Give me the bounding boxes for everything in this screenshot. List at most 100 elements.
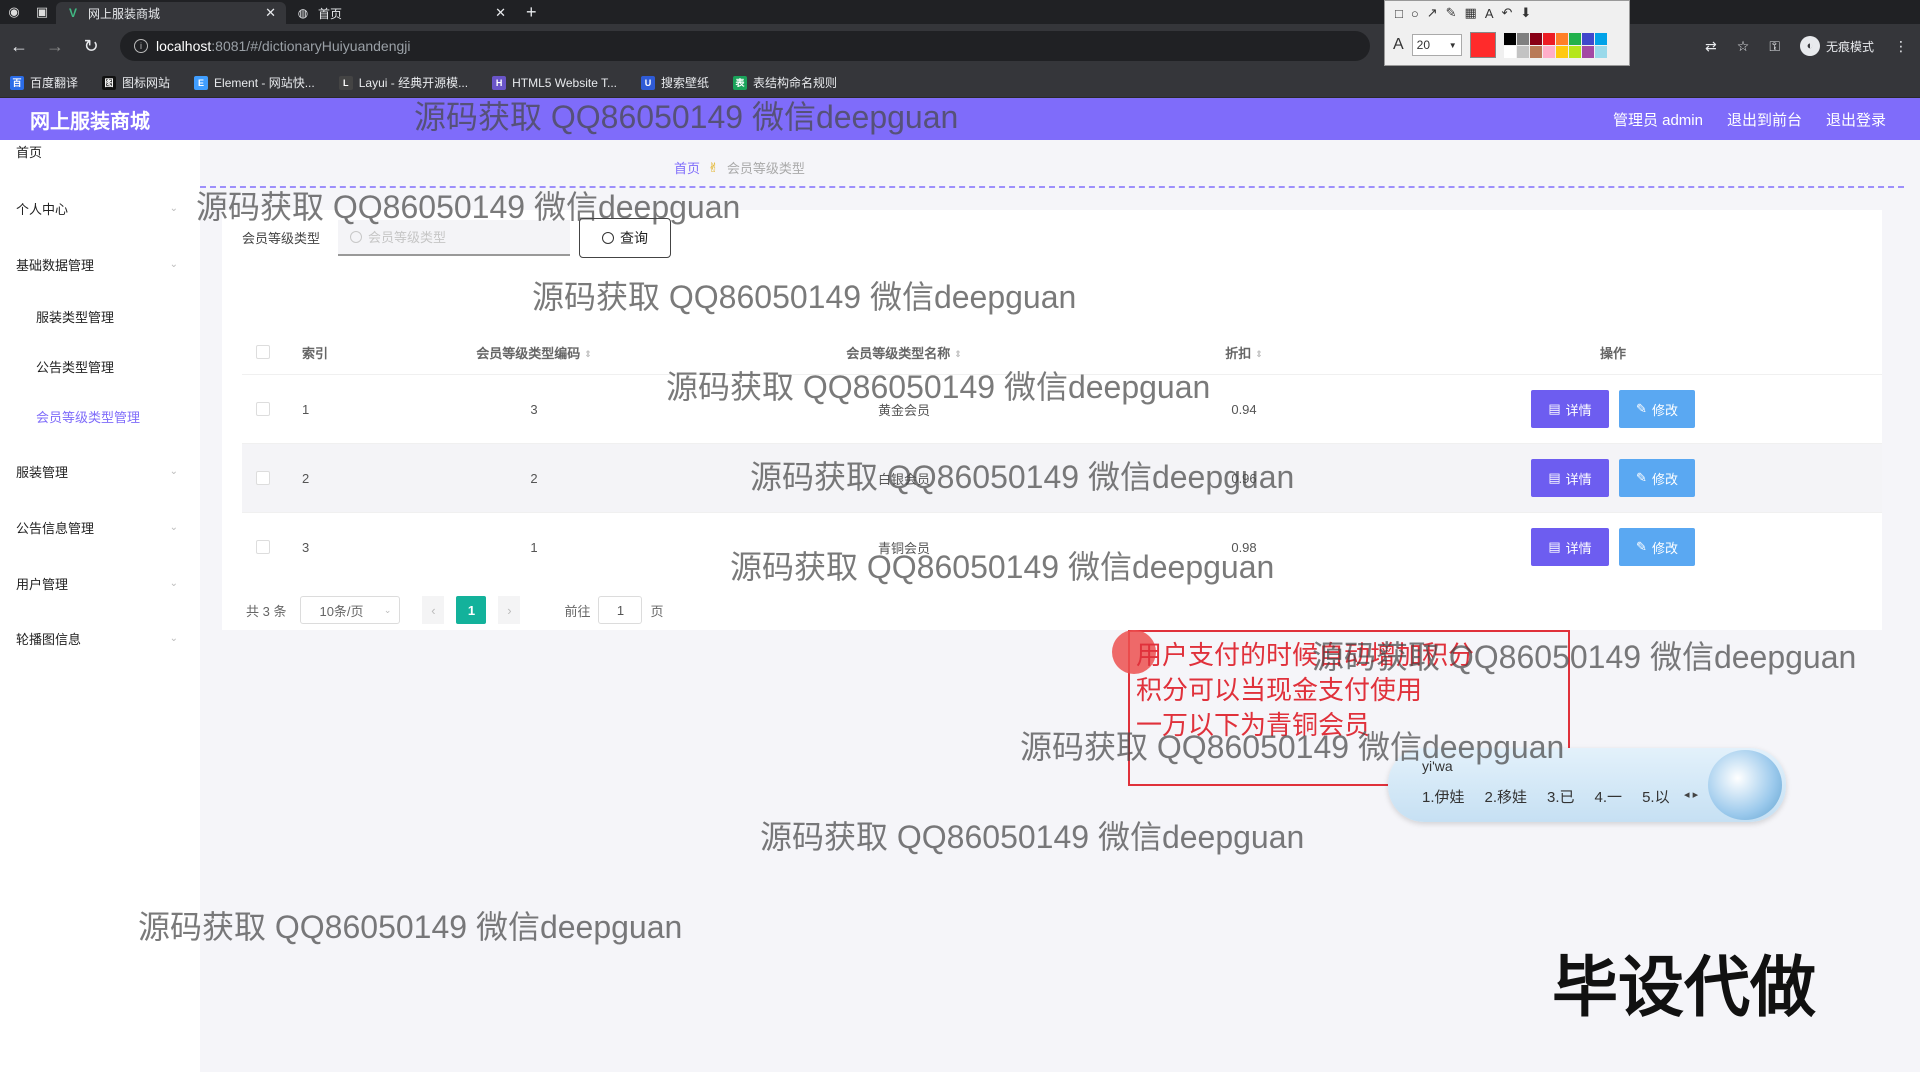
row-checkbox[interactable]: [256, 471, 270, 485]
sidebar-item-label: 服装类型管理: [36, 309, 115, 325]
incognito-badge[interactable]: ◐ 无痕模式: [1799, 36, 1874, 56]
bookmark-item[interactable]: L Layui - 经典开源模...: [338, 74, 469, 91]
document-icon: ▤: [1548, 539, 1561, 554]
ime-candidate[interactable]: 4.一: [1595, 786, 1623, 807]
detail-label: 详情: [1565, 540, 1592, 556]
ime-candidate[interactable]: 2.移娃: [1485, 786, 1528, 807]
forward-icon[interactable]: →: [44, 36, 66, 57]
close-icon[interactable]: ✕: [495, 5, 506, 21]
sidebar-item[interactable]: 会员等级类型管理: [0, 396, 200, 436]
edit-button[interactable]: ✎ 修改: [1619, 528, 1695, 566]
sidebar-item[interactable]: 个人中心 ⌄: [0, 188, 200, 228]
sort-icon[interactable]: ⇕: [954, 349, 962, 360]
edit-button[interactable]: ✎ 修改: [1619, 459, 1695, 497]
bookmark-label: Layui - 经典开源模...: [358, 76, 469, 90]
page-number[interactable]: 1: [456, 596, 487, 624]
bookmark-item[interactable]: E Element - 网站快...: [194, 74, 315, 91]
undo-icon[interactable]: ↶: [1502, 5, 1513, 21]
breadcrumb-home[interactable]: 首页: [674, 158, 700, 177]
sidebar-item[interactable]: 首页: [0, 131, 200, 171]
row-checkbox[interactable]: [256, 540, 270, 554]
incognito-label: 无痕模式: [1825, 39, 1874, 54]
bookmark-item[interactable]: 图图标网站: [102, 74, 170, 91]
edit-label: 修改: [1651, 471, 1678, 487]
translate-icon[interactable]: ⇄: [1705, 38, 1717, 55]
ellipse-tool-icon[interactable]: ○: [1411, 6, 1419, 21]
sort-icon[interactable]: ⇕: [584, 349, 592, 360]
ime-candidate[interactable]: 1.伊娃: [1422, 786, 1465, 807]
current-color-swatch[interactable]: [1469, 32, 1496, 58]
page-size-select[interactable]: 10条/页 ⌄: [300, 596, 401, 624]
sidebar-item[interactable]: 服装类型管理: [0, 296, 200, 336]
app-header: 网上服装商城 管理员 admin 退出到前台 退出登录: [0, 98, 1920, 140]
sort-icon[interactable]: ⇕: [1255, 349, 1263, 360]
edit-icon: ✎: [1636, 539, 1647, 554]
sidebar-item[interactable]: 用户管理 ⌄: [0, 563, 200, 603]
edit-button[interactable]: ✎ 修改: [1619, 390, 1695, 428]
sidebar-item[interactable]: 公告信息管理 ⌄: [0, 507, 200, 547]
sidebar-item-label: 个人中心: [16, 201, 69, 217]
to-front-link[interactable]: 退出到前台: [1727, 109, 1802, 130]
save-icon[interactable]: ⬇: [1520, 5, 1531, 21]
watermark: 源码获取 QQ86050149 微信deepguan: [532, 279, 1077, 315]
sidebar-item-label: 轮播图信息: [16, 631, 82, 647]
col-name[interactable]: 会员等级类型名称 ⇕: [704, 343, 1104, 362]
sidebar-item[interactable]: 服装管理 ⌄: [0, 451, 200, 491]
next-page-icon[interactable]: ›: [498, 596, 521, 624]
bookmark-item[interactable]: H HTML5 Website T...: [492, 75, 617, 90]
annotation-toolbar: □ ○ ↗ ✎ ▦ A ↶ ⬇ A 20 ▼: [1384, 0, 1630, 66]
bookmarks-bar: 百百度翻译 图图标网站 E Element - 网站快... L Layui - 经典开源…: [0, 68, 1920, 98]
back-icon[interactable]: ←: [8, 36, 30, 57]
color-swatches[interactable]: [1503, 32, 1607, 58]
edit-icon: ✎: [1636, 470, 1647, 485]
text-tool-icon[interactable]: A: [1485, 6, 1494, 21]
detail-button[interactable]: ▤ 详情: [1531, 390, 1609, 428]
sidebar-item-label: 服装管理: [16, 464, 69, 480]
browser-tab-active[interactable]: V 网上服装商城 ✕: [56, 2, 286, 24]
close-icon[interactable]: ✕: [265, 5, 276, 21]
bookmark-item[interactable]: 表表结构命名规则: [733, 74, 837, 91]
sidebar-item[interactable]: 轮播图信息 ⌄: [0, 618, 200, 658]
row-checkbox[interactable]: [256, 402, 270, 416]
breadcrumb-separator-icon: ✌: [708, 159, 719, 175]
detail-button[interactable]: ▤ 详情: [1531, 459, 1609, 497]
sidebar-item[interactable]: 基础数据管理 ⌄: [0, 244, 200, 284]
pen-tool-icon[interactable]: ✎: [1446, 5, 1457, 21]
col-code-label: 会员等级类型编码: [476, 345, 581, 361]
ime-candidate[interactable]: 3.已: [1547, 786, 1575, 807]
arrow-tool-icon[interactable]: ↗: [1427, 5, 1438, 21]
watermark: 源码获取 QQ86050149 微信deepguan: [730, 549, 1275, 585]
browser-menu-icon[interactable]: ◉: [0, 0, 28, 24]
tab-group-icon[interactable]: ▣: [28, 0, 56, 24]
tab-title: 网上服装商城: [88, 6, 161, 21]
goto-page-input[interactable]: [598, 596, 643, 624]
detail-button[interactable]: ▤ 详情: [1531, 528, 1609, 566]
select-all-checkbox[interactable]: [256, 345, 270, 359]
new-tab-icon[interactable]: +: [526, 0, 537, 24]
key-icon[interactable]: ⚿: [1769, 38, 1780, 55]
bookmark-item[interactable]: U 搜索壁纸: [641, 74, 709, 91]
col-index: 索引: [302, 345, 329, 361]
more-icon[interactable]: ⋮: [1894, 38, 1908, 55]
font-size-select[interactable]: 20 ▼: [1411, 34, 1462, 56]
url-field[interactable]: i localhost:8081/#/dictionaryHuiyuandeng…: [120, 31, 1370, 61]
col-code[interactable]: 会员等级类型编码 ⇕: [364, 343, 704, 362]
logout-link[interactable]: 退出登录: [1826, 109, 1886, 130]
ime-candidate[interactable]: 5.以: [1642, 786, 1670, 807]
bookmark-icon: U: [641, 75, 656, 90]
reload-icon[interactable]: ↻: [80, 36, 102, 57]
info-icon[interactable]: i: [134, 39, 148, 53]
sidebar-item[interactable]: 公告类型管理: [0, 346, 200, 386]
chevron-down-icon: ⌄: [169, 632, 178, 644]
mosaic-tool-icon[interactable]: ▦: [1465, 5, 1477, 21]
star-icon[interactable]: ☆: [1737, 38, 1750, 55]
sidebar-item-label: 首页: [16, 144, 43, 160]
col-discount[interactable]: 折扣 ⇕: [1104, 343, 1384, 362]
browser-tab[interactable]: ◍ 首页 ✕: [286, 2, 516, 24]
rectangle-tool-icon[interactable]: □: [1395, 6, 1403, 21]
edit-label: 修改: [1651, 402, 1678, 418]
ime-arrows-icon[interactable]: ◂ ▸: [1684, 788, 1698, 801]
cell-code: 3: [530, 401, 538, 417]
bookmark-item[interactable]: 百百度翻译: [10, 74, 78, 91]
prev-page-icon[interactable]: ‹: [422, 596, 445, 624]
